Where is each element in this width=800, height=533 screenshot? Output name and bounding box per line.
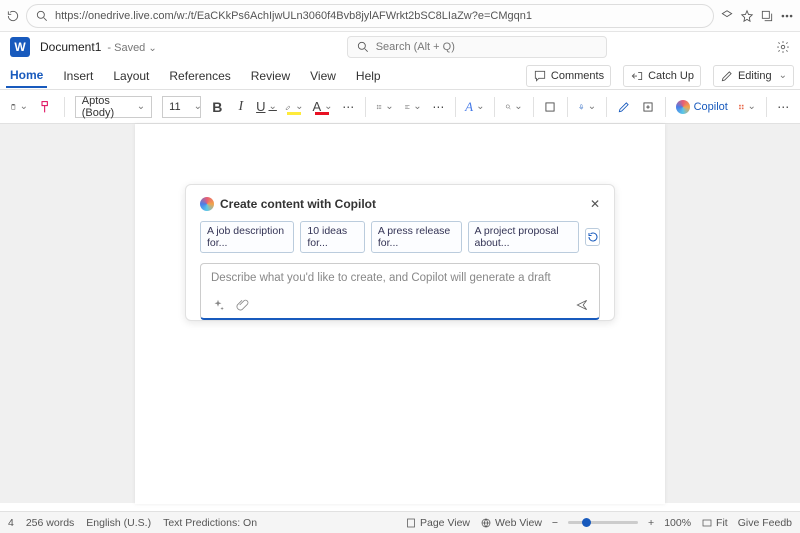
document-page[interactable]: Create content with Copilot ✕ A job desc… bbox=[135, 124, 665, 504]
ribbon-toolbar: Aptos (Body) 11 B I U A ⋯ ⋯ A Copilot ⋯ bbox=[0, 90, 800, 124]
status-bar: 4 256 words English (U.S.) Text Predicti… bbox=[0, 511, 800, 533]
send-icon[interactable] bbox=[575, 298, 589, 312]
designer-button[interactable] bbox=[543, 98, 557, 116]
search-icon bbox=[35, 9, 49, 23]
attach-icon[interactable] bbox=[235, 298, 249, 312]
zoom-slider[interactable] bbox=[568, 521, 638, 524]
address-field[interactable]: https://onedrive.live.com/w:/t/EaCKkPs6A… bbox=[26, 4, 714, 28]
collections-icon[interactable] bbox=[760, 9, 774, 23]
tab-help[interactable]: Help bbox=[352, 65, 385, 87]
text-predictions-status[interactable]: Text Predictions: On bbox=[163, 517, 257, 529]
page-indicator[interactable]: 4 bbox=[8, 517, 14, 529]
font-size-select[interactable]: 11 bbox=[162, 96, 200, 118]
find-button[interactable] bbox=[505, 98, 523, 116]
copilot-panel: Create content with Copilot ✕ A job desc… bbox=[185, 184, 615, 321]
more-font-button[interactable]: ⋯ bbox=[341, 98, 354, 116]
suggestion-chip[interactable]: A job description for... bbox=[200, 221, 294, 253]
tab-review[interactable]: Review bbox=[247, 65, 294, 87]
browser-more-icon[interactable] bbox=[780, 9, 794, 23]
sparkle-icon[interactable] bbox=[211, 298, 225, 312]
ink-button[interactable] bbox=[617, 98, 631, 116]
zoom-value[interactable]: 100% bbox=[664, 517, 691, 529]
suggestion-chip[interactable]: A project proposal about... bbox=[468, 221, 580, 253]
copilot-logo-icon bbox=[676, 100, 690, 114]
tab-view[interactable]: View bbox=[306, 65, 340, 87]
more-para-button[interactable]: ⋯ bbox=[432, 98, 445, 116]
refresh-icon[interactable] bbox=[6, 9, 20, 23]
italic-button[interactable]: I bbox=[234, 98, 247, 116]
document-title[interactable]: Document1 bbox=[40, 40, 101, 54]
suggestion-chip[interactable]: 10 ideas for... bbox=[300, 221, 364, 253]
refresh-suggestions-icon[interactable] bbox=[585, 228, 600, 246]
tab-home[interactable]: Home bbox=[6, 64, 47, 88]
tab-insert[interactable]: Insert bbox=[59, 65, 97, 87]
underline-button[interactable]: U bbox=[257, 98, 275, 116]
dictate-button[interactable] bbox=[578, 98, 596, 116]
search-icon bbox=[356, 40, 370, 54]
highlight-button[interactable] bbox=[285, 98, 303, 116]
format-painter-button[interactable] bbox=[38, 98, 54, 116]
copilot-button[interactable]: Copilot bbox=[676, 100, 728, 114]
language-status[interactable]: English (U.S.) bbox=[86, 517, 151, 529]
catch-up-button[interactable]: Catch Up bbox=[623, 65, 701, 87]
bullets-button[interactable] bbox=[376, 98, 394, 116]
url-text: https://onedrive.live.com/w:/t/EaCKkPs6A… bbox=[55, 10, 532, 22]
settings-gear-icon[interactable] bbox=[776, 40, 790, 54]
copilot-logo-icon bbox=[200, 197, 214, 211]
feedback-button[interactable]: Give Feedb bbox=[738, 517, 792, 529]
ribbon-more-button[interactable]: ⋯ bbox=[777, 98, 790, 116]
bold-button[interactable]: B bbox=[211, 98, 224, 116]
zoom-out-button[interactable]: − bbox=[552, 517, 558, 529]
font-color-button[interactable]: A bbox=[313, 98, 331, 116]
suggestion-chip[interactable]: A press release for... bbox=[371, 221, 462, 253]
page-view-button[interactable]: Page View bbox=[405, 517, 470, 529]
title-bar: W Document1 - Saved Search (Alt + Q) bbox=[0, 32, 800, 62]
document-canvas: Create content with Copilot ✕ A job desc… bbox=[0, 124, 800, 503]
font-name-select[interactable]: Aptos (Body) bbox=[75, 96, 152, 118]
paste-button[interactable] bbox=[10, 98, 28, 116]
copilot-title: Create content with Copilot bbox=[220, 197, 376, 211]
catchup-icon bbox=[630, 69, 644, 83]
comment-icon bbox=[533, 69, 547, 83]
styles-button[interactable]: A bbox=[466, 98, 484, 116]
copilot-placeholder: Describe what you'd like to create, and … bbox=[211, 272, 589, 288]
app-grid-button[interactable] bbox=[738, 98, 756, 116]
addins-button[interactable] bbox=[641, 98, 655, 116]
save-status[interactable]: - Saved bbox=[111, 40, 156, 54]
comments-button[interactable]: Comments bbox=[526, 65, 611, 87]
align-button[interactable] bbox=[404, 98, 422, 116]
editing-mode-button[interactable]: Editing bbox=[713, 65, 794, 87]
tab-layout[interactable]: Layout bbox=[109, 65, 153, 87]
word-count[interactable]: 256 words bbox=[26, 517, 74, 529]
ribbon-tabs: Home Insert Layout References Review Vie… bbox=[0, 62, 800, 90]
pencil-icon bbox=[720, 69, 734, 83]
word-logo-icon[interactable]: W bbox=[10, 37, 30, 57]
browser-address-bar: https://onedrive.live.com/w:/t/EaCKkPs6A… bbox=[0, 0, 800, 32]
read-aloud-icon[interactable] bbox=[720, 9, 734, 23]
favorites-icon[interactable] bbox=[740, 9, 754, 23]
search-box[interactable]: Search (Alt + Q) bbox=[347, 36, 607, 58]
web-view-button[interactable]: Web View bbox=[480, 517, 542, 529]
close-icon[interactable]: ✕ bbox=[590, 197, 600, 211]
copilot-suggestions: A job description for... 10 ideas for...… bbox=[200, 221, 600, 253]
copilot-prompt-input[interactable]: Describe what you'd like to create, and … bbox=[200, 263, 600, 320]
zoom-in-button[interactable]: + bbox=[648, 517, 654, 529]
fit-button[interactable]: Fit bbox=[701, 517, 728, 529]
search-placeholder: Search (Alt + Q) bbox=[376, 41, 455, 53]
tab-references[interactable]: References bbox=[165, 65, 234, 87]
